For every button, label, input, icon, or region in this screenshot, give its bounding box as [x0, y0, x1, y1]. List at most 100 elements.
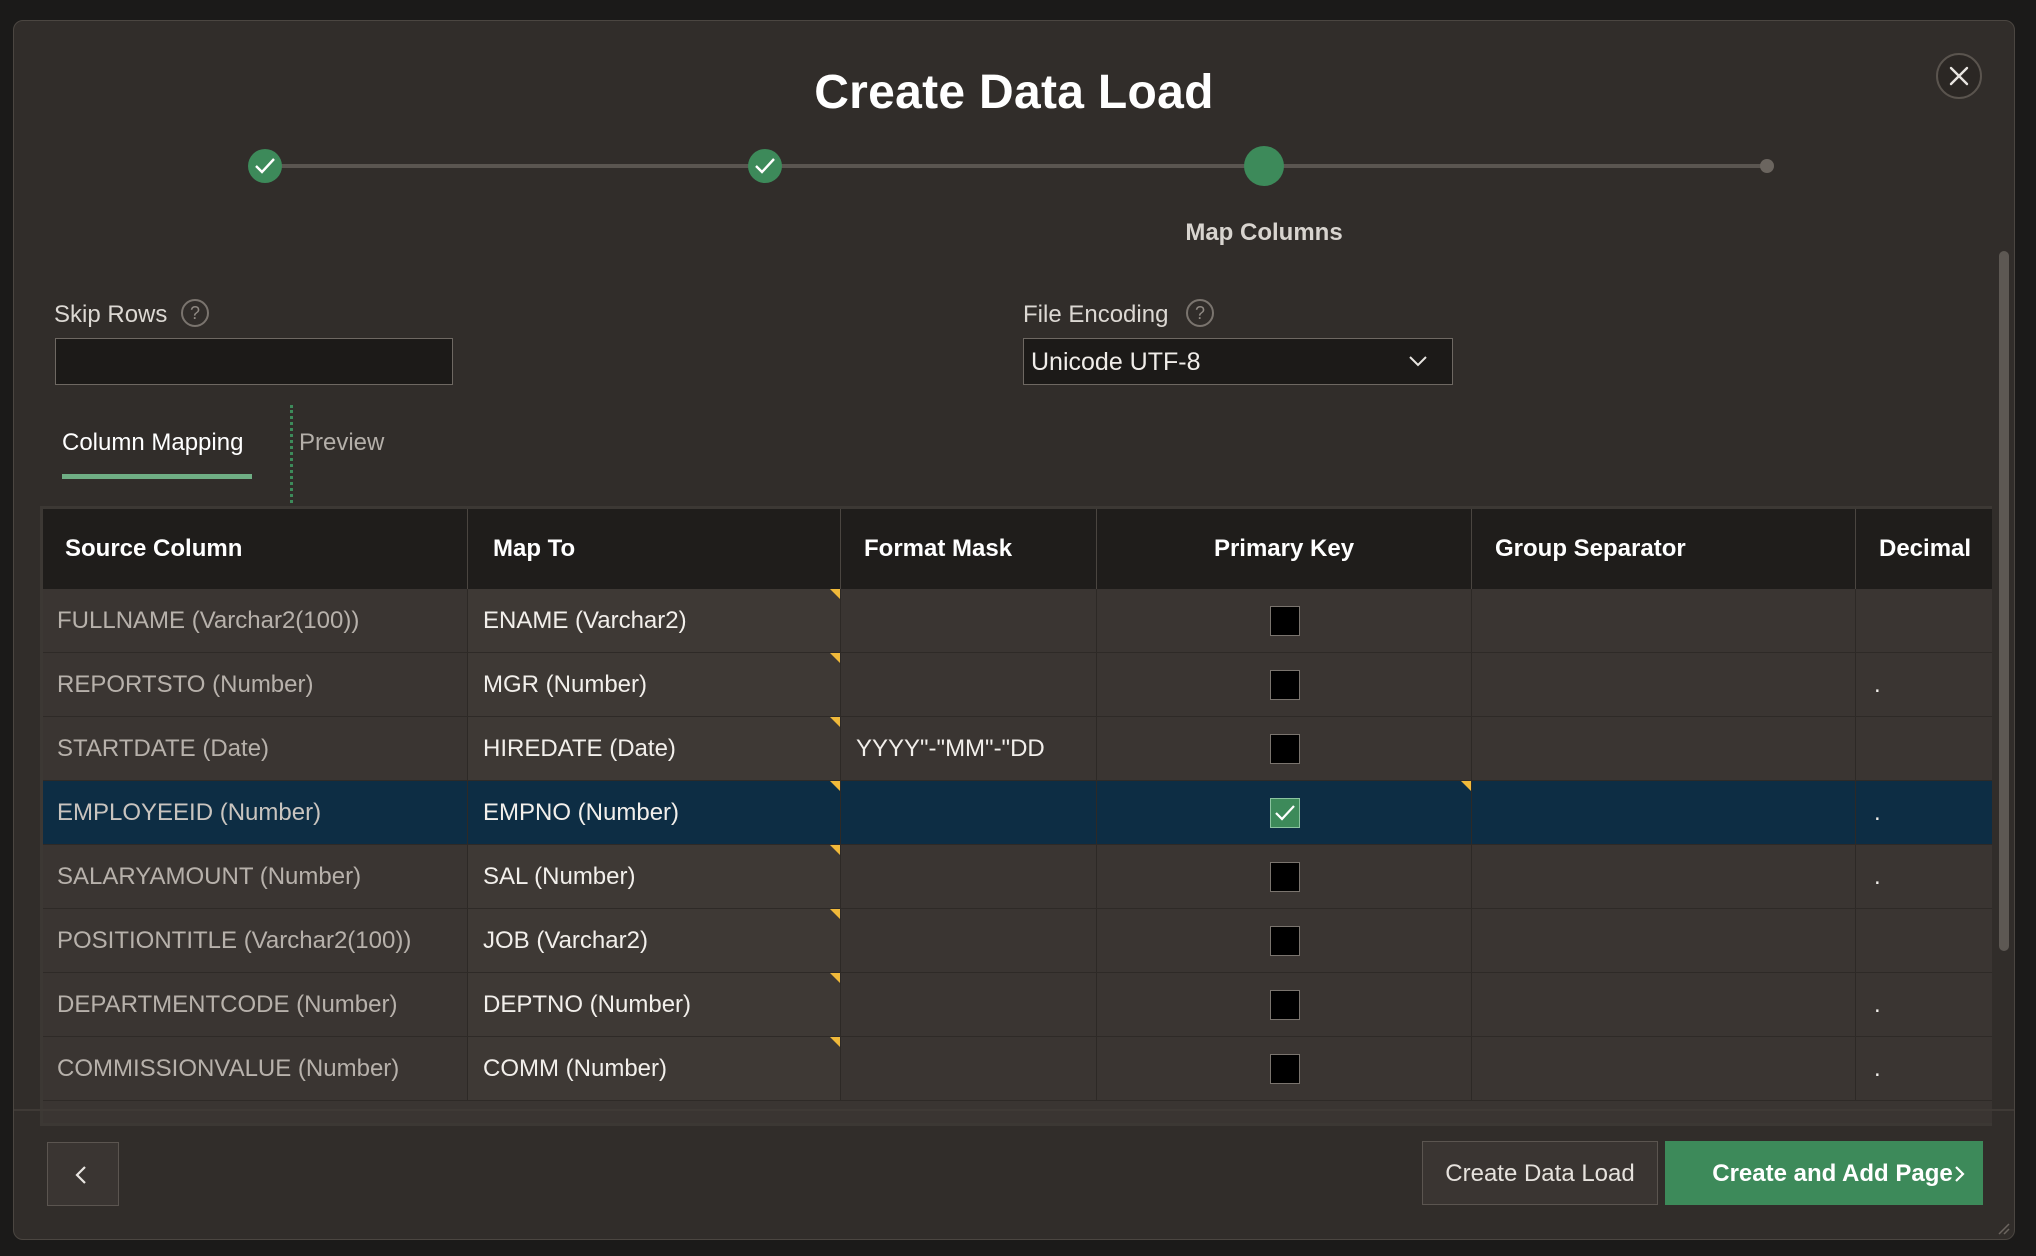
back-button[interactable]	[47, 1142, 119, 1206]
primary-key-checkbox[interactable]	[1269, 1054, 1300, 1084]
primary-key-cell[interactable]	[1097, 845, 1472, 909]
source-column-text: EMPLOYEEID (Number)	[57, 799, 322, 826]
format-mask-cell[interactable]	[841, 909, 1097, 973]
dialog-scrollbar[interactable]	[1997, 251, 2011, 951]
table-row[interactable]: POSITIONTITLE (Varchar2(100)) JOB (Varcha…	[43, 909, 1992, 973]
close-button[interactable]	[1936, 53, 1982, 99]
primary-key-checkbox[interactable]	[1269, 926, 1300, 956]
primary-key-checkbox[interactable]	[1269, 734, 1300, 764]
format-mask-cell[interactable]: YYYY"-"MM"-"DD	[841, 717, 1097, 781]
table-row[interactable]: FULLNAME (Varchar2(100)) ENAME (Varchar2)	[43, 589, 1992, 653]
source-column-cell: COMMISSIONVALUE (Number)	[43, 1037, 468, 1101]
group-separator-cell[interactable]	[1472, 653, 1856, 717]
close-icon	[1949, 66, 1969, 86]
group-separator-cell[interactable]	[1472, 589, 1856, 653]
decimal-cell[interactable]: .	[1856, 1037, 1992, 1101]
current-step-label: Map Columns	[1185, 219, 1343, 246]
group-separator-cell[interactable]	[1472, 909, 1856, 973]
group-separator-cell[interactable]	[1472, 717, 1856, 781]
source-column-text: COMMISSIONVALUE (Number)	[57, 1055, 400, 1082]
create-data-load-button[interactable]: Create Data Load	[1422, 1141, 1658, 1205]
column-header-format-mask[interactable]: Format Mask	[841, 509, 1097, 589]
map-to-cell[interactable]: DEPTNO (Number)	[468, 973, 841, 1037]
source-column-text: POSITIONTITLE (Varchar2(100))	[57, 927, 412, 954]
table-row[interactable]: STARTDATE (Date) HIREDATE (Date) YYYY"-"MM…	[43, 717, 1992, 781]
column-header-decimal[interactable]: Decimal	[1856, 509, 1992, 589]
source-column-cell: EMPLOYEEID (Number)	[43, 781, 468, 845]
create-and-add-page-button[interactable]: Create and Add Page	[1665, 1141, 1983, 1205]
primary-key-cell[interactable]	[1097, 973, 1472, 1037]
format-mask-cell[interactable]	[841, 653, 1097, 717]
help-icon[interactable]: ?	[181, 299, 209, 327]
source-column-cell: REPORTSTO (Number)	[43, 653, 468, 717]
dialog-title: Create Data Load	[814, 66, 1214, 119]
primary-key-cell[interactable]	[1097, 653, 1472, 717]
table-row[interactable]: SALARYAMOUNT (Number) SAL (Number).	[43, 845, 1992, 909]
decimal-text: .	[1874, 863, 1881, 890]
tab-column-mapping[interactable]: Column Mapping	[62, 429, 243, 457]
table-row[interactable]: EMPLOYEEID (Number) EMPNO (Number).	[43, 781, 1992, 845]
primary-key-cell[interactable]	[1097, 717, 1472, 781]
primary-key-checkbox[interactable]	[1269, 862, 1300, 892]
column-header-source[interactable]: Source Column	[43, 509, 468, 589]
help-icon[interactable]: ?	[1186, 299, 1214, 327]
decimal-text: .	[1874, 991, 1881, 1018]
resize-grip-icon[interactable]	[1996, 1221, 2010, 1235]
map-to-cell[interactable]: ENAME (Varchar2)	[468, 589, 841, 653]
group-separator-cell[interactable]	[1472, 781, 1856, 845]
source-column-text: REPORTSTO (Number)	[57, 671, 314, 698]
map-to-cell[interactable]: HIREDATE (Date)	[468, 717, 841, 781]
map-to-text: EMPNO (Number)	[483, 799, 680, 826]
map-to-cell[interactable]: JOB (Varchar2)	[468, 909, 841, 973]
source-column-cell: STARTDATE (Date)	[43, 717, 468, 781]
format-mask-cell[interactable]	[841, 845, 1097, 909]
source-column-text: DEPARTMENTCODE (Number)	[57, 991, 398, 1018]
primary-key-cell[interactable]	[1097, 909, 1472, 973]
primary-key-checkbox[interactable]	[1269, 606, 1300, 636]
format-mask-cell[interactable]	[841, 781, 1097, 845]
column-header-map-to[interactable]: Map To	[468, 509, 841, 589]
modified-marker-icon	[830, 717, 840, 727]
format-mask-cell[interactable]	[841, 973, 1097, 1037]
column-header-group-separator[interactable]: Group Separator	[1472, 509, 1856, 589]
map-to-cell[interactable]: COMM (Number)	[468, 1037, 841, 1101]
map-to-cell[interactable]: SAL (Number)	[468, 845, 841, 909]
tab-focus-outline	[40, 405, 293, 509]
decimal-cell[interactable]: .	[1856, 781, 1992, 845]
map-to-text: SAL (Number)	[483, 863, 636, 890]
map-to-cell[interactable]: MGR (Number)	[468, 653, 841, 717]
table-row[interactable]: DEPARTMENTCODE (Number) DEPTNO (Number).	[43, 973, 1992, 1037]
modified-marker-icon	[830, 973, 840, 983]
format-mask-cell[interactable]	[841, 589, 1097, 653]
file-encoding-select[interactable]: Unicode UTF-8	[1023, 338, 1453, 385]
map-to-text: ENAME (Varchar2)	[483, 607, 687, 634]
decimal-cell[interactable]: .	[1856, 973, 1992, 1037]
primary-key-checkbox[interactable]	[1269, 670, 1300, 700]
skip-rows-input[interactable]	[55, 338, 453, 385]
scrollbar-thumb[interactable]	[1999, 251, 2009, 951]
primary-key-cell[interactable]	[1097, 781, 1472, 845]
decimal-cell[interactable]: .	[1856, 653, 1992, 717]
table-row[interactable]: COMMISSIONVALUE (Number) COMM (Number).	[43, 1037, 1992, 1101]
primary-key-checkbox[interactable]	[1269, 798, 1300, 828]
group-separator-cell[interactable]	[1472, 973, 1856, 1037]
column-header-primary-key[interactable]: Primary Key	[1097, 509, 1472, 589]
decimal-cell[interactable]	[1856, 717, 1992, 781]
file-encoding-value: Unicode UTF-8	[1031, 348, 1201, 376]
format-mask-cell[interactable]	[841, 1037, 1097, 1101]
primary-key-cell[interactable]	[1097, 1037, 1472, 1101]
decimal-cell[interactable]: .	[1856, 845, 1992, 909]
decimal-cell[interactable]	[1856, 909, 1992, 973]
primary-key-checkbox[interactable]	[1269, 990, 1300, 1020]
table-row[interactable]: REPORTSTO (Number) MGR (Number).	[43, 653, 1992, 717]
map-to-cell[interactable]: EMPNO (Number)	[468, 781, 841, 845]
decimal-cell[interactable]	[1856, 589, 1992, 653]
group-separator-cell[interactable]	[1472, 1037, 1856, 1101]
footer-divider	[14, 1109, 2014, 1111]
primary-key-cell[interactable]	[1097, 589, 1472, 653]
group-separator-cell[interactable]	[1472, 845, 1856, 909]
row-divider	[43, 1100, 1992, 1101]
map-to-text: MGR (Number)	[483, 671, 648, 698]
tab-preview[interactable]: Preview	[299, 429, 384, 457]
modified-marker-icon	[830, 1037, 840, 1047]
